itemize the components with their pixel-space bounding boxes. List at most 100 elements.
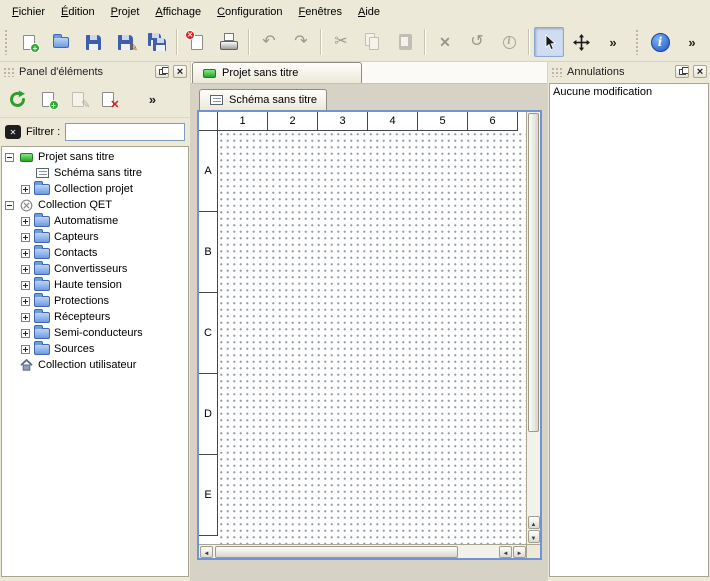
schema-canvas[interactable]: 123456 ABCDE <box>199 112 526 544</box>
collapse-icon[interactable] <box>5 201 14 210</box>
vertical-scrollbar-track[interactable] <box>527 112 540 516</box>
expand-icon[interactable] <box>21 185 30 194</box>
tree-item-projet-sans-titre[interactable]: Projet sans titre <box>2 149 188 165</box>
vertical-scrollbar[interactable] <box>526 112 540 544</box>
ruler-row-a: A <box>199 131 218 212</box>
horizontal-scrollbar[interactable] <box>199 544 526 558</box>
expand-icon[interactable] <box>21 345 30 354</box>
tree-item-capteurs[interactable]: Capteurs <box>2 229 188 245</box>
new-file-button[interactable]: + <box>14 27 44 57</box>
float-panel-button[interactable] <box>155 65 169 78</box>
menu-affichage[interactable]: Affichage <box>147 3 209 21</box>
scroll-left-button[interactable] <box>200 546 213 558</box>
folder-icon <box>34 311 50 324</box>
expand-icon[interactable] <box>21 217 30 226</box>
ruler-row-b: B <box>199 212 218 293</box>
ruler-row-e: E <box>199 455 218 536</box>
schema-tabbar: Schéma sans titre <box>197 88 543 110</box>
menu-projet[interactable]: Projet <box>103 3 148 21</box>
tree-item-semi-conducteurs[interactable]: Semi-conducteurs <box>2 325 188 341</box>
save-all-button[interactable] <box>142 27 172 57</box>
tree-item-haute-tension[interactable]: Haute tension <box>2 277 188 293</box>
close-file-button[interactable]: ✕ <box>182 27 212 57</box>
tree-item-contacts[interactable]: Contacts <box>2 245 188 261</box>
panel-overflow-button[interactable]: » <box>139 86 166 113</box>
menu-aide[interactable]: Aide <box>350 3 388 21</box>
collapse-icon[interactable] <box>5 153 14 162</box>
delete-element-icon: ✕ <box>98 89 118 109</box>
save-button[interactable] <box>78 27 108 57</box>
delete-icon: ✕ <box>435 32 455 52</box>
elements-tree[interactable]: Projet sans titreSchéma sans titreCollec… <box>1 146 189 577</box>
tree-item-label: Collection utilisateur <box>38 359 136 371</box>
tab-schema[interactable]: Schéma sans titre <box>199 89 327 110</box>
tab-project[interactable]: Projet sans titre <box>192 62 362 83</box>
tree-item-collection-projet[interactable]: Collection projet <box>2 181 188 197</box>
toolbar-handle-icon[interactable] <box>4 29 9 55</box>
delete-element-button[interactable]: ✕ <box>94 86 121 113</box>
float-icon <box>679 69 686 75</box>
about-button[interactable]: i <box>645 27 675 57</box>
move-tool-button[interactable] <box>566 27 596 57</box>
expand-icon[interactable] <box>21 329 30 338</box>
expand-icon[interactable] <box>21 313 30 322</box>
scroll-left-button-2[interactable] <box>499 546 512 558</box>
horizontal-scrollbar-track[interactable] <box>214 546 497 558</box>
new-element-button[interactable]: + <box>34 86 61 113</box>
tree-item-label: Contacts <box>54 247 97 259</box>
menu-edition[interactable]: Édition <box>53 3 103 21</box>
paste-button <box>390 27 420 57</box>
scroll-down-button[interactable] <box>528 530 540 543</box>
horizontal-scrollbar-thumb[interactable] <box>215 546 458 558</box>
tree-item-automatisme[interactable]: Automatisme <box>2 213 188 229</box>
toolbar-overflow-button[interactable]: » <box>598 27 628 57</box>
scrollbar-corner <box>526 544 540 558</box>
menu-fichier[interactable]: Fichier <box>4 3 53 21</box>
close-icon <box>697 66 703 78</box>
undo-icon: ↶ <box>259 32 279 52</box>
close-undo-panel-button[interactable] <box>693 65 707 78</box>
close-icon <box>177 66 183 78</box>
menu-fenetres[interactable]: Fenêtres <box>291 3 350 21</box>
clear-filter-button[interactable] <box>5 125 21 139</box>
redo-button: ↷ <box>286 27 316 57</box>
expand-icon[interactable] <box>21 281 30 290</box>
tree-item-label: Collection QET <box>38 199 112 211</box>
select-tool-button[interactable] <box>534 27 564 57</box>
column-ruler: 123456 <box>218 112 518 131</box>
close-panel-button[interactable] <box>173 65 187 78</box>
print-button[interactable] <box>214 27 244 57</box>
redo-icon: ↷ <box>291 32 311 52</box>
save-all-icon <box>147 32 167 52</box>
vertical-scrollbar-thumb[interactable] <box>528 113 539 432</box>
help-overflow-button[interactable]: » <box>677 27 707 57</box>
dock-handle-icon[interactable] <box>551 67 563 77</box>
dock-handle-icon[interactable] <box>3 67 15 77</box>
expand-icon[interactable] <box>21 249 30 258</box>
scroll-up-button[interactable] <box>528 516 540 529</box>
tree-item-collection-utilisateur[interactable]: Collection utilisateur <box>2 357 188 373</box>
tree-item-schema-sans-titre[interactable]: Schéma sans titre <box>2 165 188 181</box>
open-file-button[interactable] <box>46 27 76 57</box>
undo-history-list[interactable]: Aucune modification <box>549 83 709 577</box>
expand-icon[interactable] <box>21 233 30 242</box>
tree-item-convertisseurs[interactable]: Convertisseurs <box>2 261 188 277</box>
save-as-button[interactable]: ✎ <box>110 27 140 57</box>
toolbar-handle-icon[interactable] <box>635 29 640 55</box>
arrow-down-icon <box>531 531 537 543</box>
menu-configuration[interactable]: Configuration <box>209 3 290 21</box>
tree-item-collection-qet[interactable]: Collection QET <box>2 197 188 213</box>
tree-item-protections[interactable]: Protections <box>2 293 188 309</box>
tree-item-recepteurs[interactable]: Récepteurs <box>2 309 188 325</box>
expand-icon[interactable] <box>21 265 30 274</box>
rotate-icon: ↺ <box>467 32 487 52</box>
expand-icon[interactable] <box>21 297 30 306</box>
ruler-column-5: 5 <box>418 112 468 131</box>
delete-button: ✕ <box>430 27 460 57</box>
float-undo-panel-button[interactable] <box>675 65 689 78</box>
scroll-right-button[interactable] <box>513 546 526 558</box>
ruler-column-4: 4 <box>368 112 418 131</box>
tree-item-sources[interactable]: Sources <box>2 341 188 357</box>
reload-collections-button[interactable] <box>4 86 31 113</box>
filter-input[interactable] <box>65 123 185 141</box>
